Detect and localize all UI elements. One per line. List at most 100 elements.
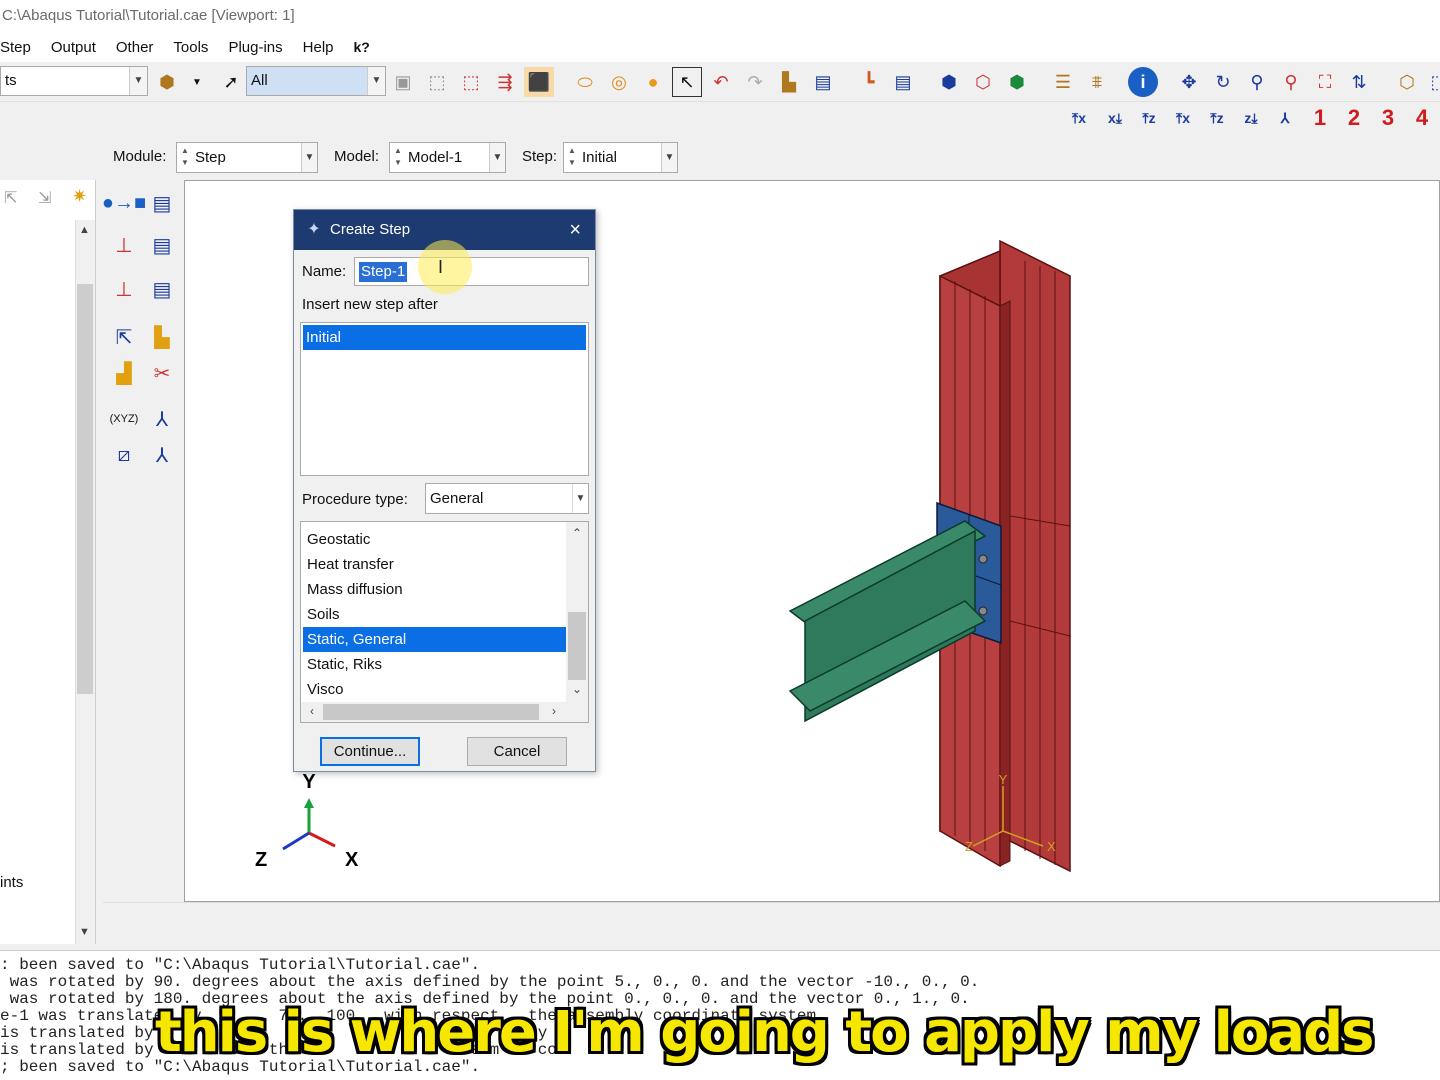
datum-csys-icon[interactable]: ⅄: [145, 438, 179, 472]
chevron-down-icon[interactable]: ▼: [182, 67, 212, 97]
model-combo[interactable]: ▲ ▼ Model-1 ▼: [389, 142, 506, 173]
tree-scrollbar[interactable]: ▲ ▼: [75, 220, 95, 944]
redo-icon[interactable]: ↷: [740, 67, 770, 97]
chevron-down-icon[interactable]: ▼: [79, 926, 90, 938]
context-help-icon[interactable]: k?: [344, 39, 370, 55]
view-yz-icon[interactable]: ⤒z: [1202, 104, 1232, 132]
list-item[interactable]: Heat transfer: [303, 552, 566, 577]
lightbulb-icon[interactable]: ✷: [72, 186, 87, 207]
list-item[interactable]: Mass diffusion: [303, 577, 566, 602]
procedure-vscroll-thumb[interactable]: [568, 612, 586, 680]
controls-icon[interactable]: ▙: [145, 320, 179, 354]
chevron-down-icon[interactable]: ⌄: [568, 682, 586, 696]
list-item[interactable]: Geostatic: [303, 527, 566, 552]
tree-scroll-thumb[interactable]: [77, 284, 93, 694]
history-output-icon[interactable]: ⊥: [107, 272, 141, 306]
procedure-vscrollbar[interactable]: ⌃ ⌄: [566, 522, 588, 704]
view-xz-icon[interactable]: ⤒x: [1168, 104, 1198, 132]
procedure-hscroll-thumb[interactable]: [323, 704, 539, 720]
iso-axes-icon[interactable]: ⅄: [1270, 104, 1300, 132]
undo-icon[interactable]: ↶: [706, 67, 736, 97]
list-item[interactable]: Initial: [303, 325, 586, 350]
view-xy-icon[interactable]: ⤒x: [1064, 104, 1094, 132]
copy-icon[interactable]: ▣: [388, 67, 418, 97]
wire-cube-icon[interactable]: ⬡: [968, 67, 998, 97]
create-step-icon[interactable]: ●→■: [102, 186, 146, 220]
history-output-manager-icon[interactable]: ▤: [145, 272, 179, 306]
menu-other[interactable]: Other: [106, 39, 164, 56]
view-zx-icon[interactable]: ⤒z: [1134, 104, 1164, 132]
module-combo[interactable]: ▲ ▼ Step ▼: [176, 142, 318, 173]
close-icon[interactable]: ×: [569, 210, 581, 250]
list-item[interactable]: Soils: [303, 602, 566, 627]
chevron-up-icon[interactable]: ⌃: [568, 526, 586, 540]
selection-filter-combo[interactable]: All ▼: [246, 66, 386, 96]
pan-icon[interactable]: ✥: [1174, 67, 1204, 97]
box-zoom-icon[interactable]: ⚲: [1276, 67, 1306, 97]
menu-output[interactable]: Output: [41, 39, 106, 56]
auto-fit-icon[interactable]: ⛶: [1310, 67, 1340, 97]
list-item[interactable]: Static, Riks: [303, 652, 566, 677]
dot-icon[interactable]: ●: [638, 67, 668, 97]
chevron-left-icon[interactable]: ‹: [303, 704, 321, 718]
procedure-type-combo[interactable]: General ▼: [425, 483, 589, 514]
field-output-manager-icon[interactable]: ▤: [145, 228, 179, 262]
zoom-icon[interactable]: ⚲: [1242, 67, 1272, 97]
info-icon[interactable]: i: [1128, 67, 1158, 97]
step-manager-icon[interactable]: ▤: [145, 186, 179, 220]
tower-icon[interactable]: ⩨: [1082, 67, 1112, 97]
ladder-icon[interactable]: ☰: [1048, 67, 1078, 97]
list-item-selected[interactable]: Static, General: [303, 627, 566, 652]
menu-step[interactable]: Step: [0, 39, 41, 56]
view-1-button[interactable]: 1: [1308, 104, 1332, 132]
rotate-icon[interactable]: ↻: [1208, 67, 1238, 97]
part-instance-combo[interactable]: ts ▼: [0, 66, 148, 96]
procedure-hscrollbar[interactable]: ‹ ›: [301, 702, 588, 722]
box-select-icon[interactable]: ⬛: [524, 67, 554, 97]
menu-plugins[interactable]: Plug-ins: [218, 39, 292, 56]
cycle-icon[interactable]: ⇅: [1344, 67, 1374, 97]
menu-tools[interactable]: Tools: [163, 39, 218, 56]
cube-icon[interactable]: ⬢: [152, 67, 182, 97]
tree-filter-icon[interactable]: ⇲: [38, 188, 51, 208]
step-combo[interactable]: ▲ ▼ Initial ▼: [563, 142, 678, 173]
mesh-cube-icon[interactable]: ⬢: [934, 67, 964, 97]
partition-icon[interactable]: ▟: [107, 356, 141, 390]
cut-icon[interactable]: ✂: [145, 356, 179, 390]
circle-outline-icon[interactable]: ◎: [604, 67, 634, 97]
adaptive-mesh-icon[interactable]: ⇱: [107, 320, 141, 354]
datum-axis-icon[interactable]: ⅄: [145, 402, 179, 436]
list-item[interactable]: Visco: [303, 677, 566, 702]
menu-help[interactable]: Help: [293, 39, 344, 56]
chevron-right-icon[interactable]: ›: [545, 704, 563, 718]
cancel-button[interactable]: Cancel: [467, 737, 567, 766]
chevron-up-icon[interactable]: ▲: [79, 224, 90, 236]
select-arrow-icon[interactable]: ➚: [216, 67, 246, 97]
table2-icon[interactable]: ▤: [888, 67, 918, 97]
query-icon[interactable]: ▙: [774, 67, 804, 97]
front-view-icon[interactable]: ⬚: [1424, 67, 1440, 97]
datum-point-icon[interactable]: (XYZ): [107, 402, 141, 436]
drag-select-icon[interactable]: ⇶: [490, 67, 520, 97]
continue-button[interactable]: Continue...: [320, 737, 420, 766]
tree-item-constraints[interactable]: ints: [0, 874, 23, 891]
view-2-button[interactable]: 2: [1342, 104, 1366, 132]
pick-icon[interactable]: ↖: [672, 67, 702, 97]
tree-up-icon[interactable]: ⇱: [4, 188, 17, 208]
iso-view-icon[interactable]: ⬡: [1392, 67, 1422, 97]
field-output-icon[interactable]: ⊥: [107, 228, 141, 262]
view-4-button[interactable]: 4: [1410, 104, 1434, 132]
datum-plane-icon[interactable]: ⧄: [107, 438, 141, 472]
procedure-list[interactable]: Geostatic Heat transfer Mass diffusion S…: [300, 521, 589, 723]
circle-pair-icon[interactable]: ⬭: [570, 67, 600, 97]
table-icon[interactable]: ▤: [808, 67, 838, 97]
insert-after-list[interactable]: Initial: [300, 322, 589, 476]
view-zy-icon[interactable]: z⤓: [1236, 104, 1266, 132]
view-3-button[interactable]: 3: [1376, 104, 1400, 132]
select-box-icon[interactable]: ⬚: [422, 67, 452, 97]
datum-icon[interactable]: ┗: [854, 67, 884, 97]
cursor-highlight: [418, 240, 472, 294]
view-yx-icon[interactable]: x⤓: [1100, 104, 1130, 132]
shaded-cube-icon[interactable]: ⬢: [1002, 67, 1032, 97]
rubber-band-icon[interactable]: ⬚: [456, 67, 486, 97]
